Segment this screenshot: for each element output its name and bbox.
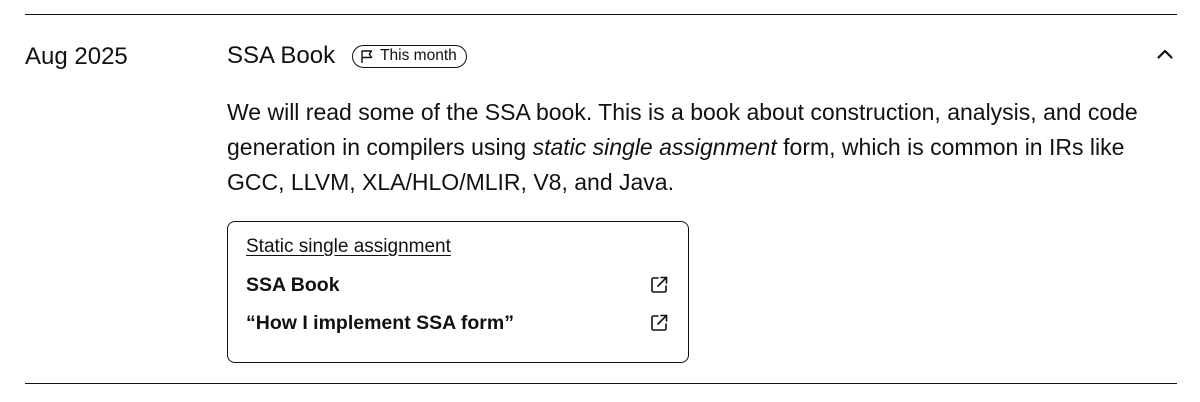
bottom-divider [25, 383, 1177, 384]
references-box: Static single assignment SSA Book “How I… [227, 221, 689, 363]
flag-icon [360, 49, 374, 64]
chevron-up-icon [1156, 47, 1174, 65]
references-heading-link[interactable]: Static single assignment [246, 234, 451, 260]
top-divider [25, 14, 1177, 15]
entry-title: SSA Book [227, 42, 336, 69]
badge-label: This month [380, 47, 457, 64]
reference-label: “How I implement SSA form” [246, 311, 514, 334]
reference-link-how-i-implement-ssa[interactable]: “How I implement SSA form” [246, 304, 670, 342]
collapse-button[interactable] [1153, 44, 1177, 68]
reading-entry: SSA Book This month We will read some of… [227, 40, 1177, 363]
description-emphasis: static single assignment [532, 134, 777, 160]
reference-label: SSA Book [246, 273, 340, 296]
external-link-icon [649, 275, 669, 295]
entry-date: Aug 2025 [25, 43, 128, 70]
reference-link-ssa-book[interactable]: SSA Book [246, 266, 670, 304]
entry-description: We will read some of the SSA book. This … [227, 95, 1172, 200]
status-badge: This month [352, 44, 467, 68]
external-link-icon [649, 313, 669, 333]
entry-header: SSA Book This month [227, 40, 1177, 72]
